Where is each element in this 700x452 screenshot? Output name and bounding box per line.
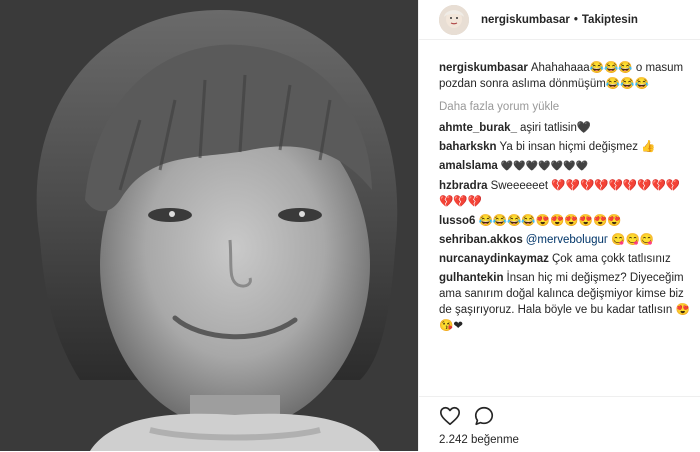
heart-outline-icon[interactable]: [439, 405, 461, 432]
comment-username[interactable]: sehriban.akkos: [439, 234, 523, 246]
comment-text: Çok ama çokk tatlısınız: [551, 253, 671, 265]
comment-bubble-icon[interactable]: [473, 405, 495, 432]
comment-mention-link[interactable]: @merveboluguг: [526, 234, 608, 246]
comment-username[interactable]: ahmte_burak_: [439, 122, 517, 134]
comment-username[interactable]: baharkskn: [439, 141, 497, 153]
comment-item: lusso6 😂😂😂😂😍😍😍😍😍😍: [439, 213, 691, 229]
comment-item: amalslama 🖤🖤🖤🖤🖤🖤🖤: [439, 158, 691, 175]
comment-text: aşiri tatlisin🖤: [519, 122, 592, 134]
comment-text: 🖤🖤🖤🖤🖤🖤🖤: [500, 161, 588, 172]
post-photo: [0, 0, 418, 451]
likes-count[interactable]: 2.242 beğenme: [439, 434, 519, 446]
post-author-username[interactable]: nergiskumbasar: [481, 14, 570, 26]
comment-text: 😋😋😋: [611, 234, 655, 246]
comment-item: gulhantekin İnsan hiç mi değişmez? Diyece…: [439, 270, 691, 334]
comment-username[interactable]: nurcanaydinkaymaz: [439, 253, 549, 265]
comment-item: nurcanaydinkaymaz Çok ama çokk tatlısınız: [439, 251, 691, 267]
avatar[interactable]: [439, 4, 469, 35]
comment-username[interactable]: amalslama: [439, 160, 498, 172]
post-side-panel: nergiskumbasar • Takiptesin nergiskumbas…: [418, 0, 700, 451]
header-separator: •: [573, 13, 578, 26]
girl-portrait-image: [0, 0, 418, 451]
comment-item: ahmte_burak_ aşiri tatlisin🖤: [439, 120, 691, 136]
comment-list: nergiskumbasar Ahahahaaa😂😂😂 o masum pozda…: [439, 60, 691, 337]
post-header: nergiskumbasar • Takiptesin: [419, 0, 700, 40]
follow-status-button[interactable]: Takiptesin: [582, 14, 638, 26]
comment-text: 😂😂😂😂😍😍😍😍😍😍: [478, 215, 622, 227]
comment-username[interactable]: hzbradra: [439, 180, 488, 192]
comment-item: hzbradra Sweeeeeet 💔💔💔💔💔💔💔💔💔💔💔💔: [439, 178, 691, 210]
comment-username[interactable]: gulhantekin: [439, 272, 504, 284]
caption-username[interactable]: nergiskumbasar: [439, 62, 528, 74]
comment-username[interactable]: lusso6: [439, 215, 475, 227]
instagram-post: nergiskumbasar • Takiptesin nergiskumbas…: [0, 0, 700, 451]
comment-item: baharkskn Ya bi insan hiçmi değişmez 👍: [439, 139, 691, 155]
post-actions-bar: 2.242 beğenme: [419, 396, 700, 452]
comment-text: Ya bi insan hiçmi değişmez 👍: [499, 141, 656, 153]
load-more-comments-link[interactable]: Daha fazla yorum yükle: [439, 99, 691, 115]
comment-item: sehriban.akkos @merveboluguг 😋😋😋: [439, 232, 691, 248]
caption: nergiskumbasar Ahahahaaa😂😂😂 o masum pozda…: [439, 60, 691, 92]
